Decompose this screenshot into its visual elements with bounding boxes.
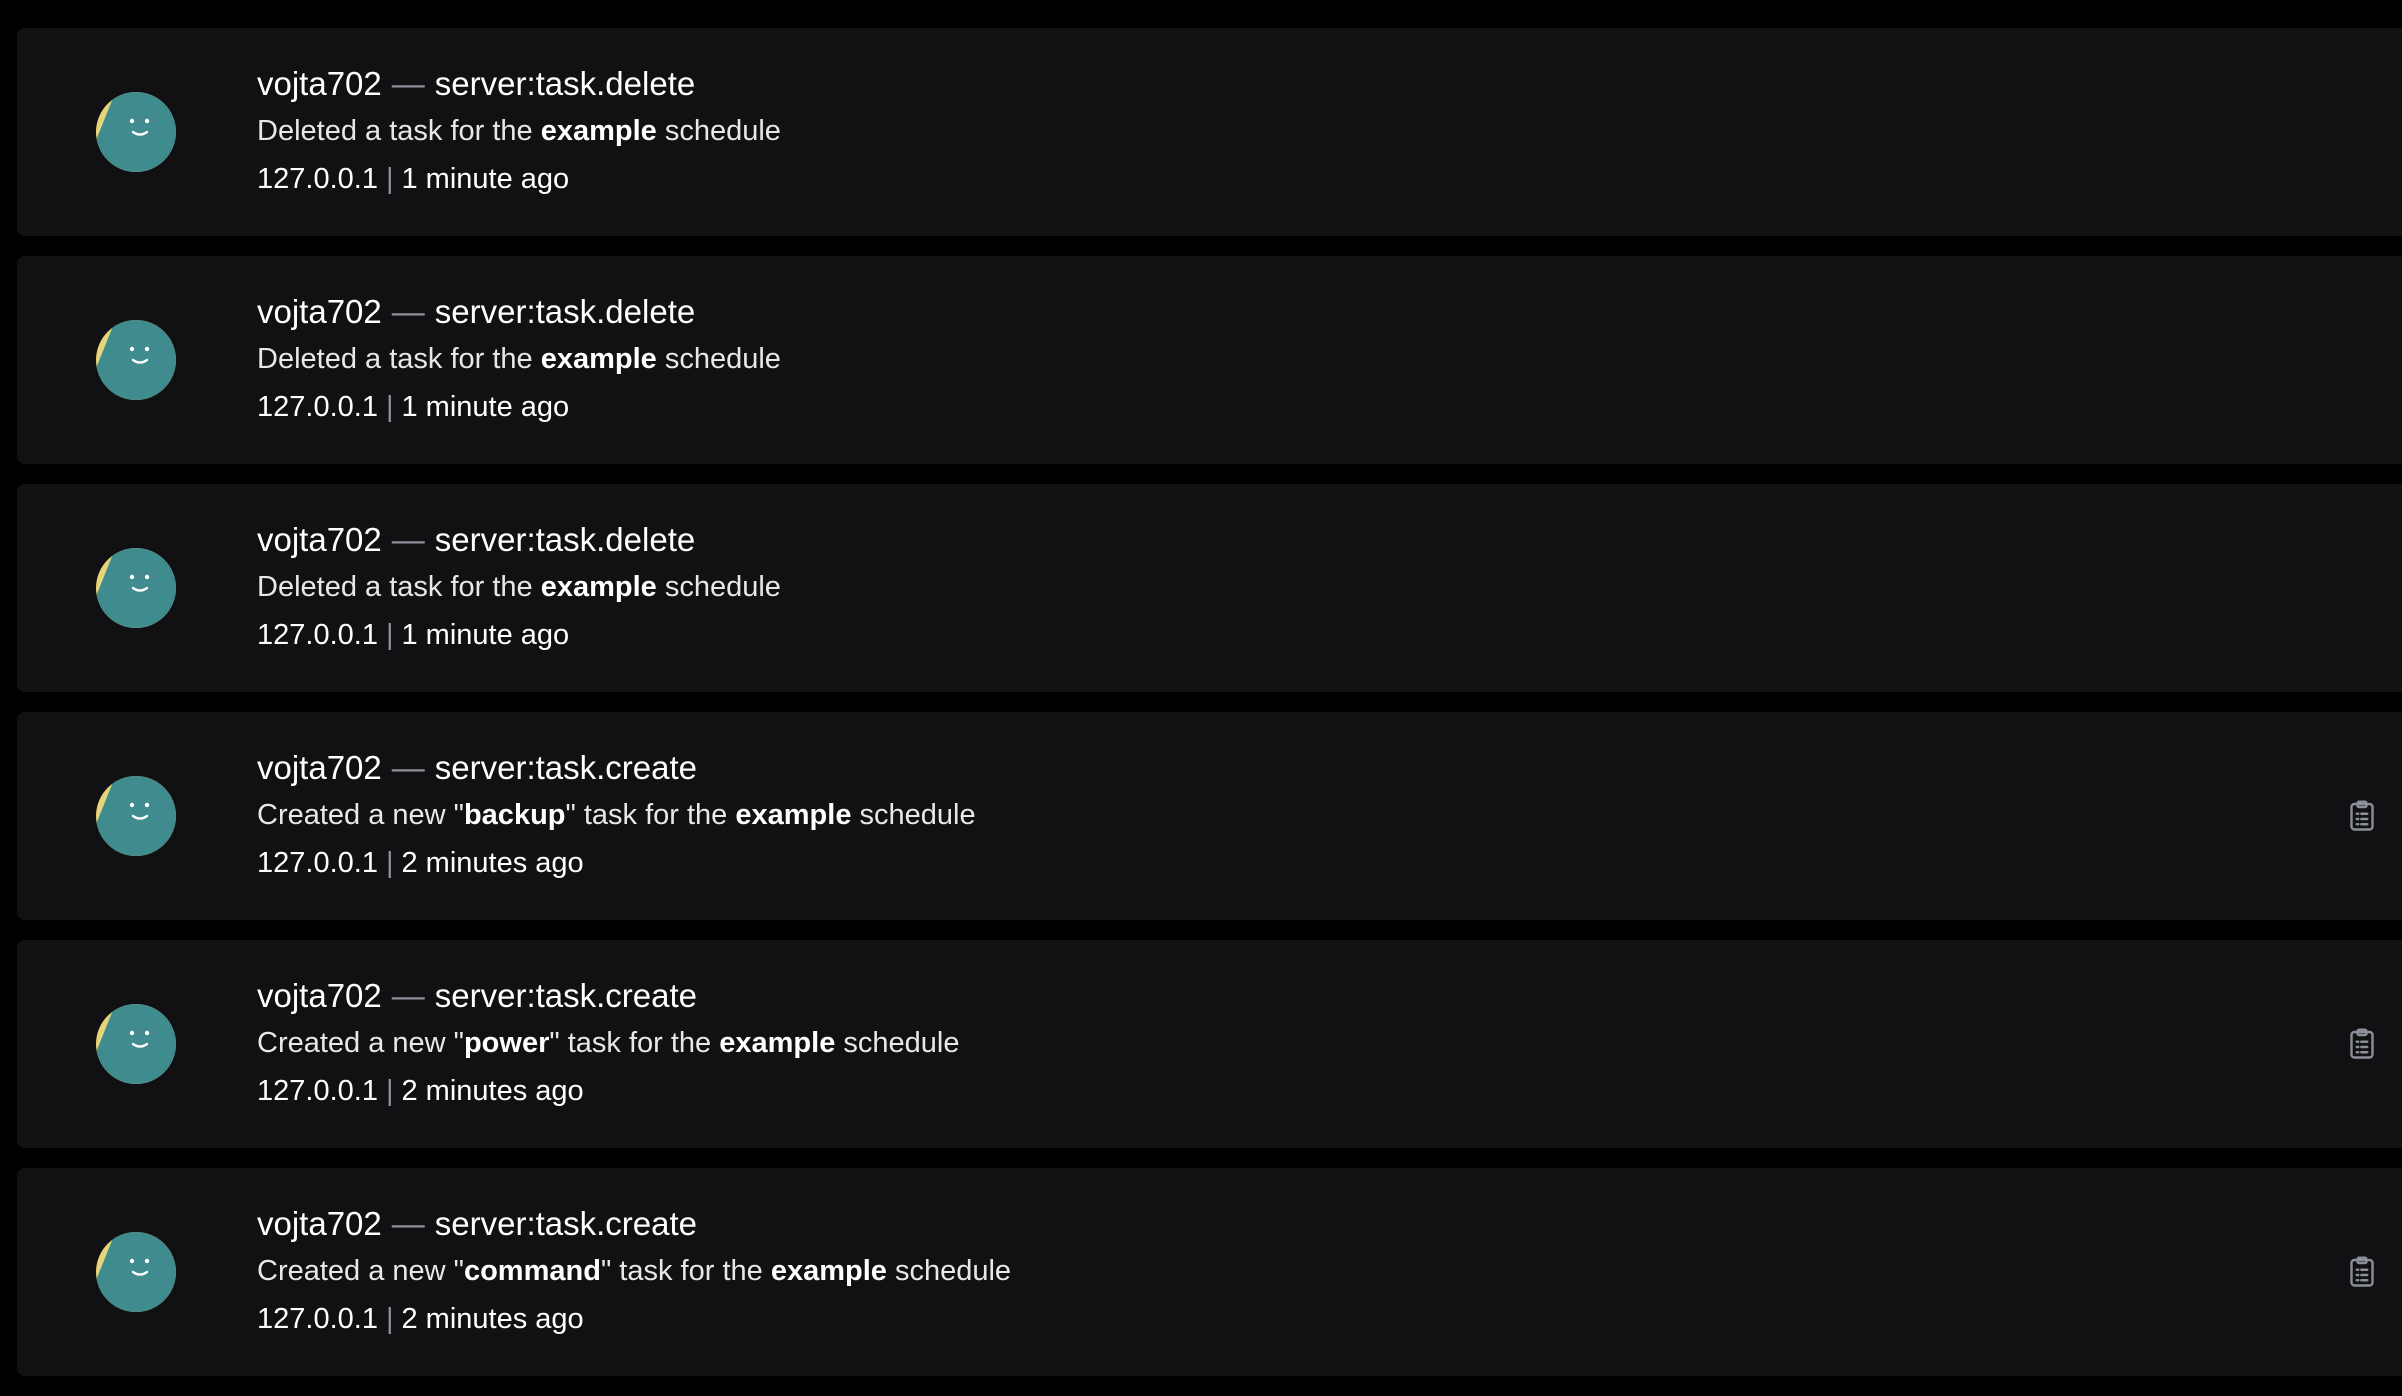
entry-title: vojta702— server:task.delete: [257, 520, 781, 560]
entry-user: vojta702: [257, 1205, 382, 1242]
entry-title: vojta702— server:task.create: [257, 1204, 1011, 1244]
entry-description: Deleted a task for the example schedule: [257, 571, 781, 603]
entry-description: Created a new "command" task for the exa…: [257, 1255, 1012, 1287]
entry-time: 2 minutes ago: [401, 847, 584, 879]
meta-separator: |: [385, 1075, 394, 1107]
user-avatar: [96, 1232, 176, 1312]
entry-user: vojta702: [257, 749, 382, 786]
activity-entry: vojta702— server:task.delete Deleted a ta…: [17, 28, 2402, 236]
activity-entry: vojta702— server:task.create Created a ne…: [17, 712, 2402, 920]
entry-meta: 127.0.0.1 | 2 minutes ago: [257, 1074, 959, 1108]
entry-time: 1 minute ago: [401, 391, 570, 423]
entry-time: 1 minute ago: [401, 163, 570, 195]
user-avatar: [96, 548, 176, 628]
entry-event: server:task.delete: [434, 521, 696, 558]
activity-log-list: vojta702— server:task.delete Deleted a ta…: [17, 28, 2402, 1396]
entry-ip: 127.0.0.1: [257, 1075, 378, 1107]
user-avatar: [96, 320, 176, 400]
entry-ip: 127.0.0.1: [257, 847, 378, 879]
entry-meta: 127.0.0.1 | 1 minute ago: [257, 390, 781, 424]
entry-description: Deleted a task for the example schedule: [257, 115, 781, 147]
entry-ip: 127.0.0.1: [257, 163, 378, 195]
user-avatar: [96, 1004, 176, 1084]
meta-separator: |: [385, 847, 394, 879]
meta-separator: |: [385, 1303, 394, 1335]
activity-entry: vojta702— server:task.create Created a ne…: [17, 1168, 2402, 1376]
entry-description: Created a new "backup" task for the exam…: [257, 799, 976, 831]
entry-time: 2 minutes ago: [401, 1303, 584, 1335]
entry-time: 2 minutes ago: [401, 1075, 584, 1107]
entry-event: server:task.delete: [434, 293, 696, 330]
activity-entry: vojta702— server:task.delete Deleted a ta…: [17, 256, 2402, 464]
entry-meta: 127.0.0.1 | 1 minute ago: [257, 618, 781, 652]
title-dash: —: [391, 521, 425, 558]
clipboard-list-icon[interactable]: [2344, 1026, 2380, 1062]
entry-user: vojta702: [257, 65, 382, 102]
user-avatar: [96, 776, 176, 856]
entry-meta: 127.0.0.1 | 2 minutes ago: [257, 846, 976, 880]
user-avatar: [96, 92, 176, 172]
activity-entry: vojta702— server:task.create Created a ne…: [17, 940, 2402, 1148]
entry-user: vojta702: [257, 521, 382, 558]
entry-title: vojta702— server:task.create: [257, 976, 959, 1016]
clipboard-list-icon[interactable]: [2344, 1254, 2380, 1290]
entry-event: server:task.create: [434, 749, 698, 786]
entry-title: vojta702— server:task.delete: [257, 64, 781, 104]
meta-separator: |: [385, 619, 394, 651]
entry-event: server:task.delete: [434, 65, 696, 102]
entry-meta: 127.0.0.1 | 1 minute ago: [257, 162, 781, 196]
title-dash: —: [391, 1205, 425, 1242]
title-dash: —: [391, 749, 425, 786]
entry-time: 1 minute ago: [401, 619, 570, 651]
entry-meta: 127.0.0.1 | 2 minutes ago: [257, 1302, 1011, 1336]
entry-ip: 127.0.0.1: [257, 619, 378, 651]
entry-description: Deleted a task for the example schedule: [257, 343, 781, 375]
entry-description: Created a new "power" task for the examp…: [257, 1027, 960, 1059]
activity-entry: vojta702— server:task.delete Deleted a ta…: [17, 484, 2402, 692]
meta-separator: |: [385, 163, 394, 195]
entry-title: vojta702— server:task.create: [257, 748, 976, 788]
entry-ip: 127.0.0.1: [257, 391, 378, 423]
entry-title: vojta702— server:task.delete: [257, 292, 781, 332]
title-dash: —: [391, 293, 425, 330]
entry-event: server:task.create: [434, 977, 698, 1014]
entry-user: vojta702: [257, 977, 382, 1014]
meta-separator: |: [385, 391, 394, 423]
clipboard-list-icon[interactable]: [2344, 798, 2380, 834]
title-dash: —: [391, 977, 425, 1014]
entry-ip: 127.0.0.1: [257, 1303, 378, 1335]
entry-user: vojta702: [257, 293, 382, 330]
title-dash: —: [391, 65, 425, 102]
entry-event: server:task.create: [434, 1205, 698, 1242]
